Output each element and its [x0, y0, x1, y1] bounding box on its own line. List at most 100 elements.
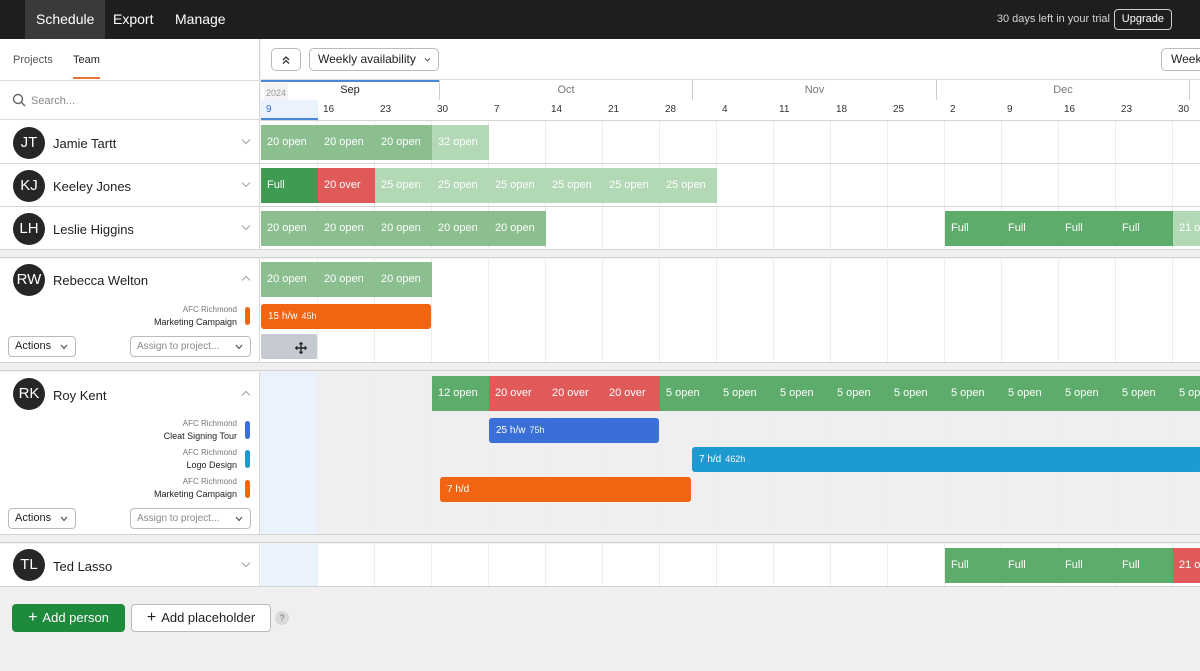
availability-cell[interactable]: 20 open [261, 125, 318, 160]
project-name[interactable]: Marketing Campaign [154, 489, 237, 499]
new-assignment-drag-cell[interactable] [261, 334, 317, 359]
availability-cell[interactable]: Full [1059, 548, 1116, 583]
assign-to-project-select[interactable]: Assign to project... [130, 508, 251, 529]
availability-cell[interactable]: 20 open [375, 211, 432, 246]
nav-manage[interactable]: Manage [164, 0, 237, 39]
availability-cell[interactable]: 25 open [660, 168, 717, 203]
availability-cell[interactable]: 20 open [489, 211, 546, 246]
availability-cell[interactable]: Full [1002, 211, 1059, 246]
availability-cell[interactable]: Full [1059, 211, 1116, 246]
week-label: 21 [608, 104, 620, 115]
availability-cell[interactable]: 20 open [318, 262, 375, 297]
person-name[interactable]: Roy Kent [53, 388, 106, 403]
availability-cell[interactable]: 5 open [888, 376, 945, 411]
actions-dropdown[interactable]: Actions [8, 508, 76, 529]
person-name[interactable]: Rebecca Welton [53, 273, 148, 288]
availability-cell[interactable]: 20 open [261, 211, 318, 246]
tab-team[interactable]: Team [73, 39, 100, 79]
person-row-expanded: 12 open 20 over 20 over 20 over 5 open 5 open… [0, 372, 1200, 535]
collapse-all-button[interactable] [271, 48, 301, 71]
week-label: 16 [1064, 104, 1076, 115]
assignment-bar[interactable]: 7 h/d [440, 477, 691, 502]
project-name[interactable]: Cleat Signing Tour [164, 431, 237, 441]
availability-cell[interactable]: 25 open [603, 168, 660, 203]
add-person-button[interactable]: + Add person [12, 604, 125, 632]
availability-cell[interactable]: 5 open [774, 376, 831, 411]
availability-cell[interactable]: 5 open [1002, 376, 1059, 411]
availability-cell[interactable]: 12 open [432, 376, 489, 411]
availability-cell[interactable]: 5 open [1059, 376, 1116, 411]
availability-cell[interactable]: 25 open [375, 168, 432, 203]
availability-cell[interactable]: 20 open [432, 211, 489, 246]
assignment-hours: 75h [529, 425, 545, 435]
actions-dropdown[interactable]: Actions [8, 336, 76, 357]
person-name[interactable]: Keeley Jones [53, 179, 131, 194]
search-icon [12, 93, 26, 107]
assignment-rate: 25 h/w [496, 425, 526, 436]
availability-cell[interactable]: Full [1116, 211, 1173, 246]
nav-schedule[interactable]: Schedule [25, 0, 106, 39]
assignment-bar[interactable]: 15 h/w 45h [261, 304, 431, 329]
availability-cell[interactable]: Full [261, 168, 318, 203]
availability-cell[interactable]: 20 open [261, 262, 318, 297]
project-name[interactable]: Logo Design [186, 460, 237, 470]
person-name[interactable]: Ted Lasso [53, 559, 112, 574]
project-color-marker [245, 421, 250, 439]
availability-cell[interactable]: 20 over [318, 168, 375, 203]
availability-cell[interactable]: 25 open [432, 168, 489, 203]
project-name[interactable]: Marketing Campaign [154, 317, 237, 327]
assign-placeholder: Assign to project... [137, 341, 220, 352]
availability-cell[interactable]: 20 open [318, 211, 375, 246]
person-name[interactable]: Leslie Higgins [53, 222, 134, 237]
availability-cell[interactable]: 20 open [375, 125, 432, 160]
double-chevron-up-icon [282, 55, 290, 64]
person-info: RW Rebecca Welton AFC Richmond Marketing… [0, 259, 260, 362]
search-input[interactable] [31, 91, 231, 111]
availability-cell[interactable]: 20 open [318, 125, 375, 160]
person-info: TL Ted Lasso [0, 544, 260, 586]
availability-cell[interactable]: 5 open [831, 376, 888, 411]
nav-export[interactable]: Export [102, 0, 164, 39]
availability-cell[interactable]: 5 op [1173, 376, 1200, 411]
availability-cell[interactable]: 25 open [546, 168, 603, 203]
availability-cell[interactable]: 20 open [375, 262, 432, 297]
view-mode-select[interactable]: Weekly availability [309, 48, 439, 71]
assign-to-project-select[interactable]: Assign to project... [130, 336, 251, 357]
week-label: 30 [437, 104, 449, 115]
availability-cell[interactable]: 20 over [546, 376, 603, 411]
person-name[interactable]: Jamie Tartt [53, 136, 116, 151]
plus-icon: + [146, 609, 157, 626]
chevron-down-icon[interactable] [241, 138, 251, 145]
chevron-up-icon[interactable] [241, 390, 251, 397]
week-label: 7 [494, 104, 500, 115]
availability-cell[interactable]: 5 open [1116, 376, 1173, 411]
availability-cell[interactable]: 21 o [1173, 211, 1200, 246]
availability-cell[interactable]: 20 over [603, 376, 660, 411]
assignment-bar[interactable]: 25 h/w 75h [489, 418, 659, 443]
zoom-select[interactable]: Weeks [1161, 48, 1200, 71]
availability-cell[interactable]: Full [945, 211, 1002, 246]
availability-cell[interactable]: 5 open [945, 376, 1002, 411]
availability-cell[interactable]: 5 open [717, 376, 774, 411]
upgrade-button[interactable]: Upgrade [1113, 9, 1172, 30]
assignment-bar[interactable]: 7 h/d 462h [692, 447, 1200, 472]
assignment-rate: 15 h/w [268, 311, 298, 322]
availability-cell[interactable]: 5 open [660, 376, 717, 411]
chevron-up-icon[interactable] [241, 275, 251, 282]
availability-cell[interactable]: 20 over [489, 376, 546, 411]
timeline-header: 2024 Sep Oct Nov Dec 9 16 23 30 7 14 21 28 4 11 18… [261, 80, 1200, 121]
month-oct: Oct [439, 80, 692, 100]
chevron-down-icon [424, 57, 431, 62]
chevron-down-icon[interactable] [241, 224, 251, 231]
availability-cell[interactable]: Full [945, 548, 1002, 583]
tab-projects[interactable]: Projects [13, 39, 53, 79]
availability-cell[interactable]: Full [1116, 548, 1173, 583]
chevron-down-icon[interactable] [241, 561, 251, 568]
availability-cell[interactable]: 32 open [432, 125, 489, 160]
add-placeholder-button[interactable]: + Add placeholder [131, 604, 271, 632]
availability-cell[interactable]: 21 o [1173, 548, 1200, 583]
chevron-down-icon[interactable] [241, 181, 251, 188]
help-icon[interactable]: ? [275, 611, 289, 625]
availability-cell[interactable]: Full [1002, 548, 1059, 583]
availability-cell[interactable]: 25 open [489, 168, 546, 203]
